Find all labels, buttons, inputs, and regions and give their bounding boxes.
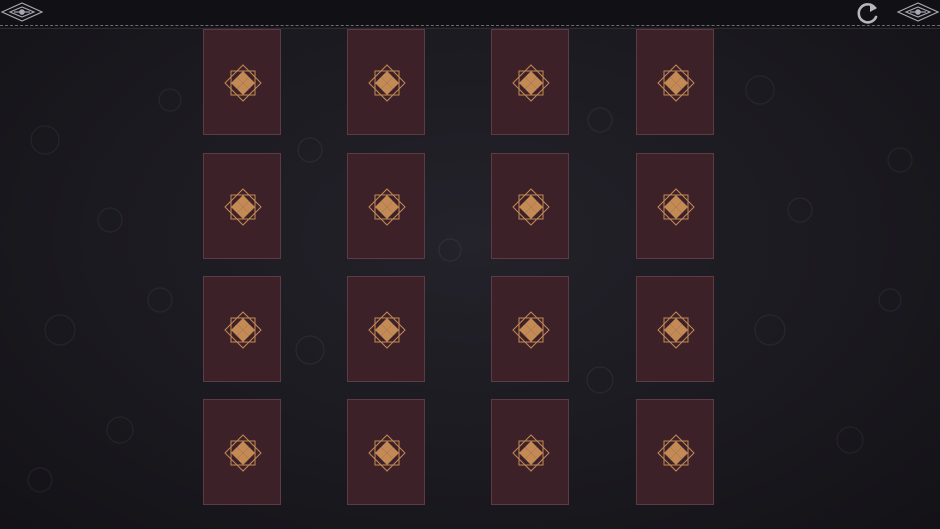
diamond-emblem-icon (368, 188, 406, 226)
diamond-emblem-icon (657, 434, 695, 472)
diamond-emblem-icon (224, 434, 262, 472)
diamond-emblem-icon (368, 311, 406, 349)
card-face-down[interactable] (203, 276, 281, 382)
card-face-down[interactable] (347, 153, 425, 259)
card-face-down[interactable] (636, 153, 714, 259)
diamond-emblem-icon (224, 311, 262, 349)
card-face-down[interactable] (491, 399, 569, 505)
diamond-emblem-icon (224, 64, 262, 102)
diamond-emblem-icon (368, 64, 406, 102)
card-grid (0, 0, 940, 529)
card-face-down[interactable] (636, 29, 714, 135)
card-face-down[interactable] (491, 153, 569, 259)
diamond-emblem-icon (512, 188, 550, 226)
diamond-emblem-icon (368, 434, 406, 472)
card-face-down[interactable] (491, 29, 569, 135)
card-face-down[interactable] (347, 29, 425, 135)
card-face-down[interactable] (203, 153, 281, 259)
diamond-emblem-icon (512, 311, 550, 349)
diamond-emblem-icon (512, 434, 550, 472)
diamond-emblem-icon (657, 64, 695, 102)
game-screen (0, 0, 940, 529)
diamond-emblem-icon (512, 64, 550, 102)
diamond-emblem-icon (224, 188, 262, 226)
card-face-down[interactable] (203, 399, 281, 505)
diamond-emblem-icon (657, 188, 695, 226)
card-face-down[interactable] (636, 399, 714, 505)
card-face-down[interactable] (347, 276, 425, 382)
diamond-emblem-icon (657, 311, 695, 349)
card-face-down[interactable] (636, 276, 714, 382)
card-face-down[interactable] (491, 276, 569, 382)
card-face-down[interactable] (347, 399, 425, 505)
card-face-down[interactable] (203, 29, 281, 135)
